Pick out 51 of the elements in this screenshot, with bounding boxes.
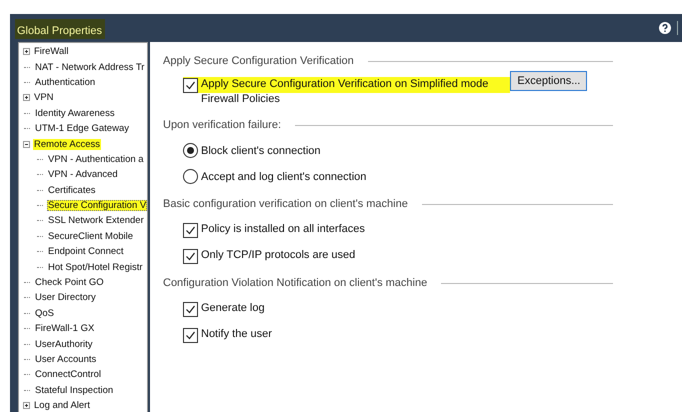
- tree-item[interactable]: Secure Configuration V: [47, 200, 147, 212]
- tree-item[interactable]: User Accounts: [34, 354, 98, 365]
- section-title: Basic configuration verification on client's machine: [163, 198, 408, 210]
- checkbox-label[interactable]: Apply Secure Configuration Verification on Simplified mode: [201, 77, 488, 92]
- checkbox[interactable]: [183, 302, 198, 316]
- tree-item[interactable]: Check Point GO: [34, 277, 105, 288]
- exceptions-button[interactable]: Exceptions...: [510, 71, 588, 91]
- section-title: Configuration Violation Notification on client's machine: [163, 277, 428, 289]
- tree-item[interactable]: Authentication: [34, 76, 96, 88]
- tree-item[interactable]: VPN: [33, 92, 55, 104]
- tree-item[interactable]: VPN - Advanced: [47, 169, 119, 180]
- radio-label[interactable]: Block client's connection: [201, 144, 320, 156]
- tree-item[interactable]: VPN - Authentication a: [47, 154, 145, 165]
- tree-item[interactable]: Log and Alert: [33, 400, 91, 412]
- checkbox-label[interactable]: Generate log: [201, 300, 265, 316]
- tree-item[interactable]: Certificates: [47, 184, 97, 196]
- checkbox[interactable]: [183, 222, 198, 238]
- tree-item[interactable]: UserAuthority: [34, 338, 94, 350]
- tree-item[interactable]: Hot Spot/Hotel Registr: [47, 262, 144, 273]
- collapse-icon[interactable]: [23, 140, 30, 148]
- tree-item[interactable]: SSL Network Extender: [47, 215, 145, 226]
- tree-item[interactable]: Endpoint Connect: [47, 246, 125, 258]
- tree-item[interactable]: SecureClient Mobile: [47, 230, 134, 242]
- tree-item[interactable]: FireWall: [33, 46, 70, 58]
- tree-item[interactable]: User Directory: [34, 292, 97, 304]
- tree-item[interactable]: NAT - Network Address Tr: [34, 62, 146, 73]
- section-title: Upon verification failure:: [163, 119, 282, 131]
- tree-item[interactable]: ConnectControl: [34, 369, 102, 380]
- help-icon[interactable]: [659, 22, 671, 34]
- tree-item[interactable]: QoS: [34, 308, 56, 319]
- tree-item[interactable]: Identity Awareness: [34, 108, 116, 119]
- tree-item[interactable]: Remote Access: [33, 138, 101, 150]
- expand-icon[interactable]: [23, 94, 30, 102]
- checkbox-label[interactable]: Only TCP/IP protocols are used: [201, 248, 356, 262]
- expand-icon[interactable]: [23, 48, 30, 56]
- checkbox[interactable]: [183, 248, 198, 264]
- section-title: Apply Secure Configuration Verification: [163, 55, 354, 67]
- check-icon: [184, 79, 197, 92]
- checkbox-label[interactable]: Policy is installed on all interfaces: [201, 222, 365, 236]
- checkbox-label[interactable]: Notify the user: [201, 326, 272, 342]
- tree-item[interactable]: UTM-1 Edge Gateway: [34, 123, 130, 134]
- radio-label[interactable]: Accept and log client's connection: [201, 170, 366, 182]
- window-title: Global Properties: [15, 19, 105, 39]
- checkbox[interactable]: [183, 328, 198, 342]
- tree-item[interactable]: FireWall-1 GX: [34, 323, 96, 334]
- expand-icon[interactable]: [23, 402, 30, 410]
- radio-button[interactable]: [183, 169, 198, 184]
- checkbox-label[interactable]: Firewall Policies: [201, 92, 488, 107]
- tree-item[interactable]: Stateful Inspection: [34, 384, 114, 396]
- checkbox[interactable]: [183, 78, 198, 93]
- radio-button[interactable]: [183, 143, 198, 158]
